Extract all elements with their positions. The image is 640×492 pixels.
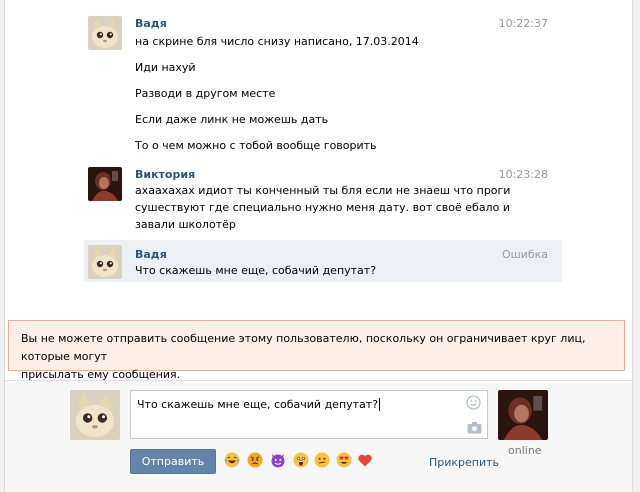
message-item: Вадя 10:22:37 на скрине бля число снизу … — [84, 10, 562, 160]
message-text: сушествуют где специально нужно меня дат… — [135, 201, 510, 214]
message-text: Иди нахуй — [135, 61, 196, 74]
message-author[interactable]: Виктория — [135, 168, 195, 181]
message-time[interactable]: 10:22:37 — [499, 17, 548, 30]
attach-link[interactable]: Прикрепить — [429, 456, 499, 469]
message-text: Что скажешь мне еще, собачий депутат? — [135, 264, 377, 277]
message-text: Разводи в другом месте — [135, 87, 276, 100]
error-status: Ошибка — [501, 248, 548, 261]
peer-avatar[interactable] — [498, 390, 548, 440]
message-item-failed: Вадя Ошибка Что скажешь мне еще, собачий… — [84, 240, 562, 282]
message-author[interactable]: Вадя — [135, 17, 167, 30]
avatar-viktoriya[interactable] — [88, 167, 122, 201]
message-text: завали школотёр — [135, 218, 236, 231]
send-button[interactable]: Отправить — [130, 449, 216, 474]
angry-emoji-icon[interactable] — [247, 452, 263, 468]
message-text: То о чем можно с тобой вообще говорить — [135, 139, 377, 152]
message-time[interactable]: 10:23:28 — [499, 168, 548, 181]
message-text: ахаахахах идиот ты конченный ты бля если… — [135, 184, 511, 197]
avatar-vadya[interactable] — [88, 16, 122, 50]
avatar-vadya[interactable] — [88, 245, 122, 279]
my-avatar[interactable] — [70, 390, 120, 440]
message-author[interactable]: Вадя — [135, 248, 167, 261]
peer-online-status: online — [508, 444, 542, 457]
message-text: Если даже линк не можешь дать — [135, 113, 329, 126]
heart-eyes-emoji-icon[interactable] — [336, 452, 352, 468]
warning-box: Вы не можете отправить сообщение этому п… — [8, 320, 625, 381]
warning-text-line: Вы не можете отправить сообщение этому п… — [21, 332, 586, 363]
screaming-emoji-icon[interactable] — [293, 452, 309, 468]
message-text: на скрине бля число снизу написано, 17.0… — [135, 35, 419, 48]
smiley-icon[interactable] — [466, 395, 481, 410]
confused-emoji-icon[interactable] — [314, 452, 330, 468]
message-item: Виктория 10:23:28 ахаахахах идиот ты кон… — [84, 162, 562, 236]
camera-icon[interactable] — [467, 421, 482, 434]
text-cursor — [379, 398, 381, 411]
heart-emoji-icon[interactable] — [357, 452, 373, 468]
laughing-emoji-icon[interactable] — [224, 452, 240, 468]
message-input-text: Что скажешь мне еще, собачий депутат? — [137, 398, 379, 411]
devil-emoji-icon[interactable] — [270, 452, 286, 468]
window-frame-right — [632, 0, 640, 492]
message-input[interactable]: Что скажешь мне еще, собачий депутат? — [130, 390, 488, 439]
